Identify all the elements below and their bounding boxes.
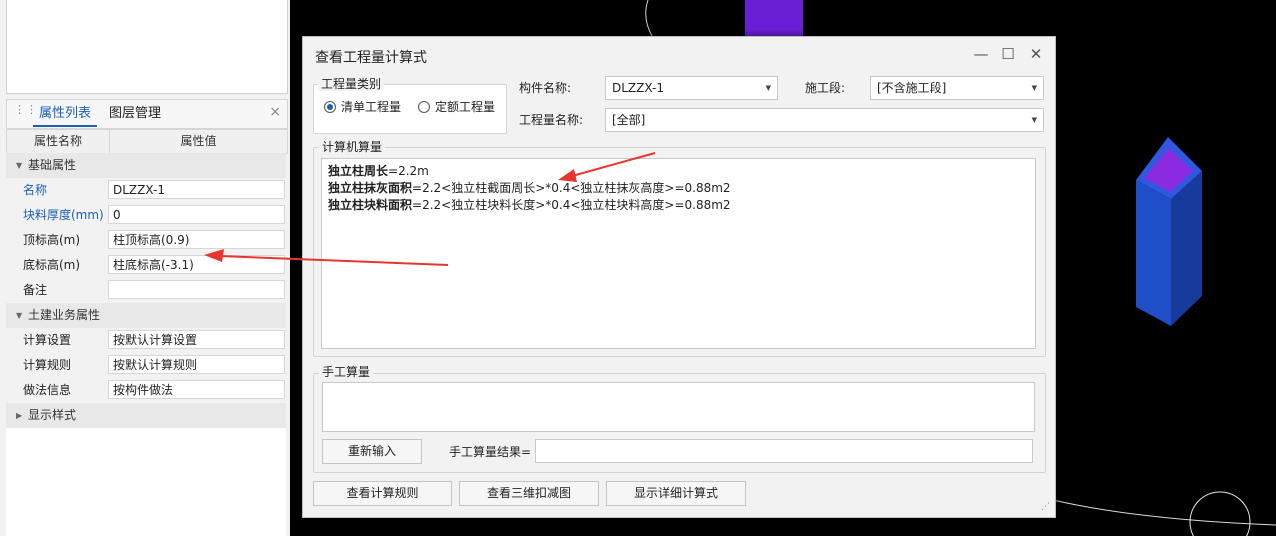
select-value: [不含施工段]: [877, 81, 947, 95]
radio-label[interactable]: 清单工程量: [341, 99, 401, 115]
manual-calc-textarea[interactable]: [322, 382, 1035, 432]
property-value-field[interactable]: DLZZX-1: [108, 180, 285, 199]
property-row-thickness: 块料厚度(mm) 0: [6, 203, 286, 228]
maximize-icon[interactable]: ☐: [998, 45, 1018, 63]
chevron-down-icon[interactable]: ▼: [766, 77, 771, 99]
select-value: DLZZX-1: [612, 81, 664, 95]
viewport-line: [645, 0, 653, 37]
select-value: [全部]: [612, 113, 646, 127]
tab-properties[interactable]: 属性列表: [33, 100, 98, 127]
qty-type-label: 工程量类别: [318, 77, 385, 91]
property-label: 块料厚度(mm): [23, 208, 104, 222]
manual-result-field[interactable]: [535, 439, 1033, 463]
section-label: 显示样式: [28, 408, 77, 422]
section-label: 基础属性: [28, 158, 77, 172]
3d-column-icon[interactable]: [1136, 137, 1202, 326]
view-3d-deduction-button[interactable]: 查看三维扣减图: [459, 481, 599, 506]
property-value-field[interactable]: 柱底标高(-3.1): [108, 255, 285, 274]
property-value-field[interactable]: [108, 280, 285, 299]
qty-name-label: 工程量名称:: [519, 113, 584, 127]
property-row-calc-settings: 计算设置 按默认计算设置: [6, 328, 286, 353]
viewport-line: [1052, 499, 1276, 526]
property-label: 备注: [23, 283, 48, 297]
section-civil-properties[interactable]: ▼ 土建业务属性: [6, 303, 286, 328]
dialog-title: 查看工程量计算式: [315, 50, 427, 66]
property-row-calc-rules: 计算规则 按默认计算规则: [6, 353, 286, 378]
property-label: 计算规则: [23, 358, 72, 372]
property-value-field[interactable]: 按默认计算设置: [108, 330, 285, 349]
section-label: 土建业务属性: [28, 308, 101, 322]
calc-line: 独立柱抹灰面积=2.2<独立柱截面周长>*0.4<独立柱抹灰高度>=0.88m2: [328, 180, 731, 197]
close-icon[interactable]: ✕: [1026, 45, 1046, 63]
collapse-triangle-icon[interactable]: ▼: [16, 153, 22, 178]
property-label: 底标高(m): [23, 258, 81, 272]
view-calc-rules-button[interactable]: 查看计算规则: [313, 481, 452, 506]
chevron-down-icon[interactable]: ▼: [1032, 109, 1037, 131]
close-icon[interactable]: ×: [269, 104, 281, 120]
stage-label: 施工段:: [805, 81, 846, 95]
stage-select[interactable]: [不含施工段] ▼: [870, 76, 1044, 100]
section-basic-properties[interactable]: ▼ 基础属性: [6, 153, 286, 178]
property-value-field[interactable]: 柱顶标高(0.9): [108, 230, 285, 249]
drag-handle-icon[interactable]: ⋮⋮: [14, 104, 37, 120]
column-header-name: 属性名称: [7, 130, 110, 153]
radio-quota-qty[interactable]: [418, 101, 430, 113]
chevron-down-icon[interactable]: ▼: [1032, 77, 1037, 99]
viewport-circle: [1189, 491, 1251, 536]
calc-line: 独立柱块料面积=2.2<独立柱块料长度>*0.4<独立柱块料高度>=0.88m2: [328, 197, 731, 214]
properties-header: ⋮⋮ 属性列表 图层管理 ×: [6, 99, 288, 129]
property-value-field[interactable]: 0: [108, 205, 285, 224]
property-label: 顶标高(m): [23, 233, 81, 247]
calc-line: 独立柱周长=2.2m: [328, 163, 731, 180]
property-row-remark: 备注: [6, 278, 286, 303]
computer-calc-textarea[interactable]: 独立柱周长=2.2m 独立柱抹灰面积=2.2<独立柱截面周长>*0.4<独立柱抹…: [321, 158, 1036, 349]
show-detailed-formula-button[interactable]: 显示详细计算式: [606, 481, 746, 506]
panel-empty-area: [6, 428, 286, 536]
calc-line-formula: =2.2m: [388, 164, 429, 178]
manual-result-label: 手工算量结果=: [449, 445, 532, 459]
property-row-method-info: 做法信息 按构件做法: [6, 378, 286, 403]
section-display-style[interactable]: ▶ 显示样式: [6, 403, 286, 428]
property-grid-header: 属性名称 属性值: [6, 129, 288, 154]
property-row-name: 名称 DLZZX-1: [6, 178, 286, 203]
calc-line-formula: =2.2<独立柱块料长度>*0.4<独立柱块料高度>=0.88m2: [412, 198, 731, 212]
property-label: 名称: [23, 183, 48, 197]
property-row-top-elevation: 顶标高(m) 柱顶标高(0.9): [6, 228, 286, 253]
radio-bill-qty[interactable]: [324, 101, 336, 113]
property-value-field[interactable]: 按默认计算规则: [108, 355, 285, 374]
resize-grip-icon[interactable]: ⋰: [1041, 503, 1050, 512]
radio-label[interactable]: 定额工程量: [435, 99, 495, 115]
property-value-field[interactable]: 按构件做法: [108, 380, 285, 399]
calc-line-name: 独立柱周长: [328, 164, 389, 178]
manual-calc-label: 手工算量: [319, 365, 374, 379]
calc-line-formula: =2.2<独立柱截面周长>*0.4<独立柱抹灰高度>=0.88m2: [412, 181, 731, 195]
panel-top-area: [6, 0, 288, 94]
qty-name-select[interactable]: [全部] ▼: [605, 108, 1044, 132]
expand-triangle-icon[interactable]: ▶: [16, 403, 22, 428]
property-label: 做法信息: [23, 383, 72, 397]
calc-line-name: 独立柱块料面积: [328, 198, 413, 212]
calc-formula-dialog: 查看工程量计算式 — ☐ ✕ 工程量类别 清单工程量 定额工程量 构件名称: D…: [302, 36, 1056, 518]
column-header-value: 属性值: [180, 134, 217, 148]
computer-calc-label: 计算机算量: [319, 140, 386, 154]
calc-line-name: 独立柱抹灰面积: [328, 181, 413, 195]
tab-layer-management[interactable]: 图层管理: [103, 100, 167, 127]
component-name-label: 构件名称:: [519, 81, 572, 95]
minimize-icon[interactable]: —: [971, 45, 991, 63]
reenter-button[interactable]: 重新输入: [322, 439, 422, 464]
calc-lines: 独立柱周长=2.2m 独立柱抹灰面积=2.2<独立柱截面周长>*0.4<独立柱抹…: [328, 163, 731, 214]
property-row-bottom-elevation: 底标高(m) 柱底标高(-3.1): [6, 253, 286, 278]
component-name-select[interactable]: DLZZX-1 ▼: [605, 76, 778, 100]
collapse-triangle-icon[interactable]: ▼: [16, 303, 22, 328]
property-label: 计算设置: [23, 333, 72, 347]
